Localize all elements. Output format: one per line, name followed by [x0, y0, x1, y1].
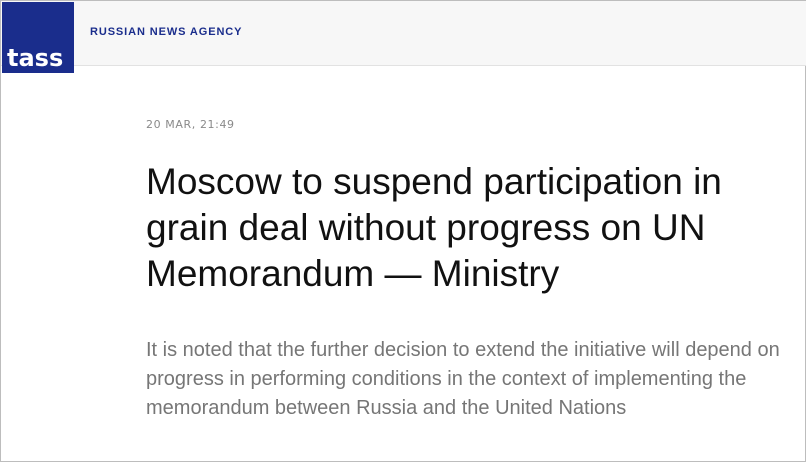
- site-header: tass RUSSIAN NEWS AGENCY: [1, 1, 806, 73]
- tass-logo[interactable]: tass: [2, 2, 74, 73]
- article-title: Moscow to suspend participation in grain…: [146, 161, 722, 294]
- logo-text: tass: [7, 44, 64, 72]
- page-frame: tass RUSSIAN NEWS AGENCY 20 MAR, 21:49 M…: [0, 0, 806, 462]
- article-lead: It is noted that the further decision to…: [146, 339, 780, 419]
- agency-name-link[interactable]: RUSSIAN NEWS AGENCY: [90, 26, 242, 38]
- article-date: 20 MAR, 21:49: [146, 118, 235, 131]
